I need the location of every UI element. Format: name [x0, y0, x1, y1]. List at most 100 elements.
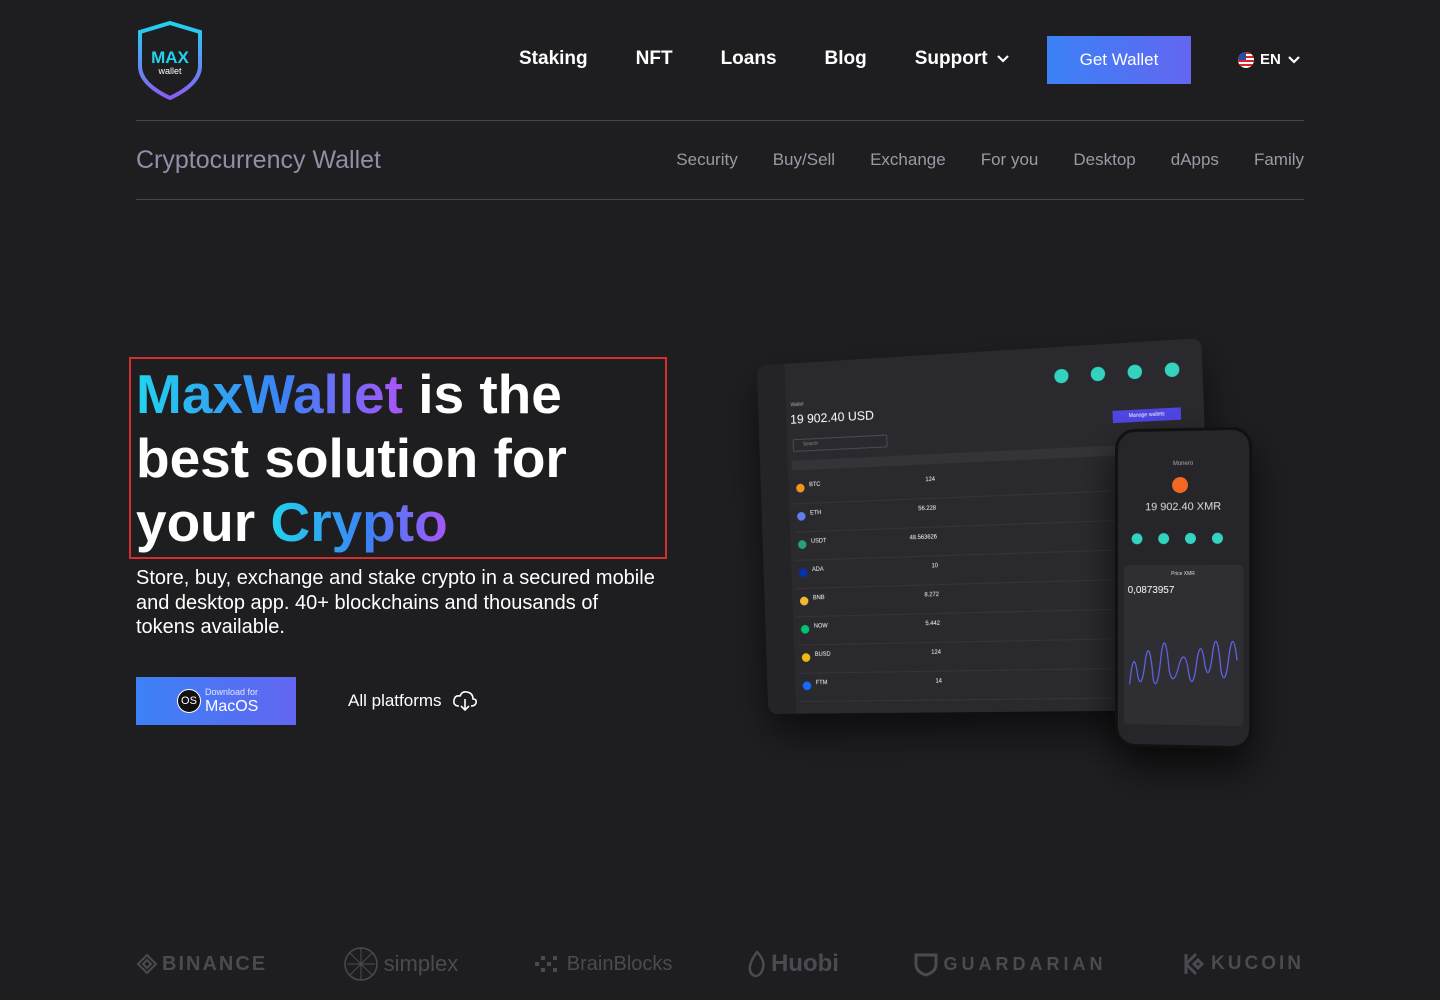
asset-symbol: BUSD [814, 651, 831, 658]
subnav-item-exchange[interactable]: Exchange [870, 150, 946, 170]
wallet-label: Wallet [790, 401, 804, 409]
asset-balance: 5.442 [925, 620, 941, 628]
maxwallet-logo[interactable]: MAX wallet [136, 20, 204, 101]
exchange-icon [1164, 362, 1180, 378]
send-icon [1090, 366, 1106, 382]
partner-label: KUCOIN [1211, 953, 1304, 974]
subnav-item-buy-sell[interactable]: Buy/Sell [773, 150, 835, 170]
asset-symbol: FTM [815, 680, 828, 687]
nav-label-blog: Blog [824, 48, 867, 69]
partner-label: BrainBlocks [566, 952, 673, 975]
brainblocks-icon [534, 956, 557, 972]
get-wallet-button[interactable]: Get Wallet [1047, 36, 1191, 84]
btc-icon [796, 483, 805, 493]
asset-balance: 10 [931, 563, 939, 570]
nav-item-staking[interactable]: Staking [519, 48, 588, 70]
download-label-small: Download for [205, 687, 259, 697]
partner-simplex: simplex [342, 945, 459, 983]
macos-icon: OS [177, 689, 201, 713]
asset-symbol: BTC [809, 481, 821, 489]
asset-balance: 124 [931, 649, 942, 656]
sub-nav: Security Buy/Sell Exchange For you Deskt… [641, 150, 1304, 170]
language-selector[interactable]: EN [1238, 51, 1301, 68]
asset-balance: 56.228 [918, 505, 937, 513]
wallet-actions [1032, 362, 1180, 385]
send-icon [1158, 533, 1170, 545]
receive-icon [1127, 364, 1143, 380]
all-platforms-link[interactable]: All platforms [348, 690, 478, 712]
subnav-item-family[interactable]: Family [1254, 150, 1304, 170]
asset-balance: 124 [925, 476, 936, 484]
phone-balance: 19 902.40 XMR [1145, 500, 1222, 514]
partner-label: BINANCE [162, 952, 268, 975]
partner-huobi: Huobi [747, 950, 839, 978]
divider [136, 199, 1304, 200]
now-icon [800, 624, 810, 634]
hero-description: Store, buy, exchange and stake crypto in… [136, 567, 655, 638]
price-sparkline [1124, 565, 1243, 726]
asset-balance: 8.272 [924, 592, 940, 599]
subnav-item-dapps[interactable]: dApps [1171, 150, 1219, 170]
highlight-box [129, 357, 667, 559]
asset-symbol: USDT [810, 538, 827, 545]
price-chart-panel: Price XMR 0,0873957 [1123, 564, 1244, 727]
page-subtitle: Cryptocurrency Wallet [136, 146, 381, 174]
exchange-icon [1211, 532, 1223, 544]
subnav-item-desktop[interactable]: Desktop [1073, 150, 1135, 170]
language-label: EN [1260, 51, 1281, 68]
all-platforms-label: All platforms [348, 691, 442, 710]
binance-icon [136, 953, 158, 975]
partner-label: simplex [383, 951, 459, 976]
subnav-item-security[interactable]: Security [676, 150, 737, 170]
buy-icon [1131, 533, 1143, 545]
ada-icon [798, 568, 808, 578]
asset-symbol: ADA [811, 566, 824, 574]
partner-guardarian: GUARDARIAN [913, 951, 1106, 977]
nav-item-nft[interactable]: NFT [636, 48, 673, 70]
partner-kucoin: KUCOIN [1181, 951, 1304, 977]
asset-symbol: ETH [810, 510, 822, 517]
download-macos-button[interactable]: OS Download for MacOS [136, 677, 296, 725]
asset-symbol: NOW [813, 623, 828, 630]
partner-brainblocks: BrainBlocks [533, 952, 673, 976]
huobi-icon [748, 950, 765, 978]
nav-item-loans[interactable]: Loans [721, 48, 777, 70]
nav-item-blog[interactable]: Blog [825, 48, 867, 70]
nav-label-staking: Staking [519, 48, 588, 69]
logo-text-main: MAX [151, 48, 189, 67]
nav-label-loans: Loans [720, 48, 777, 69]
us-flag-icon [1238, 51, 1254, 68]
top-navbar: MAX wallet Staking NFT Loans Blog Suppor… [136, 18, 1304, 104]
partner-label: Huobi [770, 950, 839, 977]
guardarian-shield-icon [914, 953, 938, 977]
subnav-item-for-you[interactable]: For you [981, 150, 1039, 170]
busd-icon [801, 653, 811, 663]
nav-label-nft: NFT [635, 48, 673, 69]
chevron-down-icon [1288, 55, 1300, 64]
ftm-icon [802, 681, 812, 691]
receive-icon [1184, 532, 1196, 544]
usdt-icon [797, 540, 807, 550]
asset-balance: 48.563626 [909, 534, 938, 542]
cloud-download-icon [452, 691, 477, 712]
asset-symbol: BNB [812, 595, 825, 602]
partner-binance: BINANCE [136, 953, 267, 976]
logo-text-sub: wallet [157, 66, 182, 76]
partner-label: GUARDARIAN [943, 953, 1107, 974]
manage-wallets-button: Manage wallets [1112, 407, 1182, 424]
chevron-down-icon [996, 55, 1009, 63]
partners-strip: BINANCE simplex BrainBlocks Huobi GUARDA… [136, 944, 1304, 984]
main-nav: Staking NFT Loans Blog Support [519, 48, 1058, 70]
bnb-icon [799, 596, 809, 606]
monero-icon [1172, 476, 1188, 494]
simplex-icon [343, 947, 378, 981]
wallet-balance: 19 902.40 USD [789, 407, 875, 427]
download-text: Download for MacOS [205, 687, 258, 715]
download-label-big: MacOS [205, 698, 259, 715]
kucoin-icon [1184, 952, 1205, 976]
divider [136, 120, 1304, 121]
wallet-search: Search [792, 434, 888, 452]
nav-item-support[interactable]: Support [915, 48, 1010, 70]
asset-balance: 14 [935, 678, 943, 685]
nav-label-support: Support [914, 48, 988, 69]
